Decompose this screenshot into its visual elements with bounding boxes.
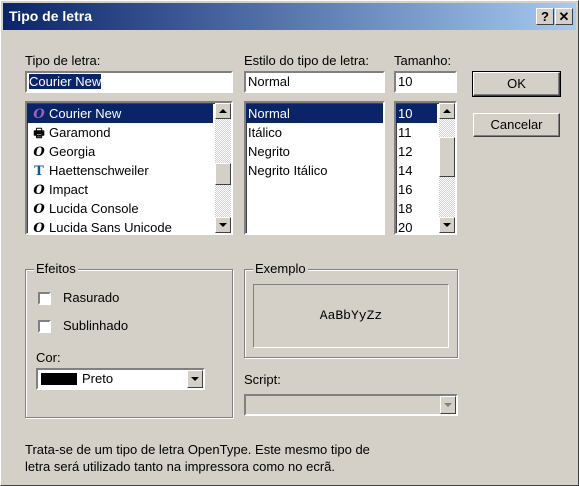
- arrow-up-icon: [219, 109, 227, 113]
- size-value: 10: [398, 74, 413, 89]
- font-item-label: Lucida Sans Unicode: [49, 220, 172, 234]
- font-dialog: Tipo de letra ? ✕ Tipo de letra: Courier…: [0, 0, 579, 486]
- printer-font-icon: 🖶: [33, 126, 45, 140]
- font-item-label: Impact: [49, 182, 89, 197]
- font-item-label: Haettenschweiler: [49, 163, 149, 178]
- arrow-down-icon: [443, 223, 451, 227]
- opentype-icon: O: [33, 221, 45, 234]
- font-listbox[interactable]: O Courier New 🖶 Garamond O Georgia T Haettensch…: [25, 101, 233, 235]
- truetype-icon: T: [34, 164, 44, 179]
- arrow-up-icon: [443, 109, 451, 113]
- chevron-down-icon: [444, 403, 452, 407]
- script-dropdown-button[interactable]: [440, 396, 456, 414]
- script-combobox[interactable]: [244, 394, 458, 416]
- description-line-2: letra será utilizado tanto na impressora…: [25, 459, 335, 474]
- font-list-item[interactable]: 🖶 Garamond: [27, 123, 213, 142]
- size-list-item[interactable]: 12: [396, 142, 437, 161]
- style-list: Normal Itálico Negrito Negrito Itálico: [246, 104, 383, 234]
- font-list-item[interactable]: O Lucida Console: [27, 199, 213, 218]
- font-list-item[interactable]: O Georgia: [27, 142, 213, 161]
- size-list-item[interactable]: 10: [396, 104, 437, 123]
- font-item-label: Lucida Console: [49, 201, 139, 216]
- dialog-title: Tipo de letra: [9, 8, 92, 24]
- scroll-up-button[interactable]: [439, 103, 455, 119]
- sample-preview: AaBbYyZz: [253, 284, 449, 348]
- arrow-down-icon: [219, 223, 227, 227]
- style-label: Estilo do tipo de letra:: [244, 53, 370, 68]
- font-item-label: Courier New: [49, 106, 122, 121]
- effects-title: Efeitos: [34, 261, 78, 276]
- underline-checkbox[interactable]: [38, 320, 51, 333]
- underline-label[interactable]: Sublinhado: [63, 318, 128, 333]
- scroll-down-button[interactable]: [215, 217, 231, 233]
- color-value: Preto: [82, 371, 114, 386]
- style-input[interactable]: Normal: [244, 71, 385, 93]
- font-item-label: Garamond: [49, 125, 111, 140]
- font-list-item[interactable]: O Courier New: [27, 104, 213, 123]
- opentype-icon: O: [33, 145, 45, 160]
- strikeout-checkbox[interactable]: [38, 292, 51, 305]
- size-list-item[interactable]: 14: [396, 161, 437, 180]
- size-listbox[interactable]: 10 11 12 14 16 18 20: [394, 101, 457, 235]
- opentype-icon: O: [33, 107, 45, 122]
- font-label: Tipo de letra:: [25, 53, 101, 68]
- font-scrollbar[interactable]: [215, 103, 231, 233]
- color-swatch: [41, 373, 77, 385]
- style-list-item[interactable]: Normal: [246, 104, 383, 123]
- sample-title: Exemplo: [253, 261, 308, 276]
- effects-group: Efeitos Rasurado Sublinhado Cor: Preto: [25, 261, 233, 418]
- scroll-down-button[interactable]: [439, 217, 455, 233]
- script-label: Script:: [244, 372, 281, 387]
- chevron-down-icon: [191, 377, 199, 381]
- size-list: 10 11 12 14 16 18 20: [396, 104, 437, 234]
- font-list-item[interactable]: O Lucida Sans Unicode: [27, 218, 213, 234]
- style-list-item[interactable]: Itálico: [246, 123, 383, 142]
- sample-group: Exemplo AaBbYyZz: [244, 261, 458, 358]
- style-list-item[interactable]: Negrito Itálico: [246, 161, 383, 180]
- color-combobox[interactable]: Preto: [36, 368, 205, 390]
- font-name-value: Courier New: [29, 74, 102, 89]
- opentype-icon: O: [33, 183, 45, 198]
- color-dropdown-button[interactable]: [187, 370, 203, 388]
- size-input[interactable]: 10: [394, 71, 457, 93]
- cancel-button[interactable]: Cancelar: [473, 113, 560, 137]
- style-value: Normal: [248, 74, 290, 89]
- style-list-item[interactable]: Negrito: [246, 142, 383, 161]
- scroll-thumb[interactable]: [439, 137, 455, 177]
- help-button[interactable]: ?: [536, 8, 554, 25]
- color-label: Cor:: [36, 350, 61, 365]
- scroll-thumb[interactable]: [215, 163, 231, 185]
- title-bar: Tipo de letra ? ✕: [3, 3, 576, 30]
- font-list-item[interactable]: T Haettenschweiler: [27, 161, 213, 180]
- size-list-item[interactable]: 11: [396, 123, 437, 142]
- size-list-item[interactable]: 20: [396, 218, 437, 234]
- ok-button[interactable]: OK: [472, 71, 561, 97]
- strikeout-label[interactable]: Rasurado: [63, 290, 119, 305]
- description-line-1: Trata-se de um tipo de letra OpenType. E…: [25, 442, 370, 457]
- scroll-up-button[interactable]: [215, 103, 231, 119]
- font-list-item[interactable]: O Impact: [27, 180, 213, 199]
- size-list-item[interactable]: 16: [396, 180, 437, 199]
- size-label: Tamanho:: [394, 53, 452, 68]
- size-list-item[interactable]: 18: [396, 199, 437, 218]
- style-listbox[interactable]: Normal Itálico Negrito Negrito Itálico: [244, 101, 385, 235]
- font-list: O Courier New 🖶 Garamond O Georgia T Haettensch…: [27, 104, 213, 234]
- close-button[interactable]: ✕: [555, 8, 573, 25]
- font-description: Trata-se de um tipo de letra OpenType. E…: [25, 441, 370, 475]
- font-name-input[interactable]: Courier New: [25, 71, 233, 93]
- opentype-icon: O: [33, 202, 45, 217]
- font-item-label: Georgia: [49, 144, 96, 159]
- size-scrollbar[interactable]: [439, 103, 455, 233]
